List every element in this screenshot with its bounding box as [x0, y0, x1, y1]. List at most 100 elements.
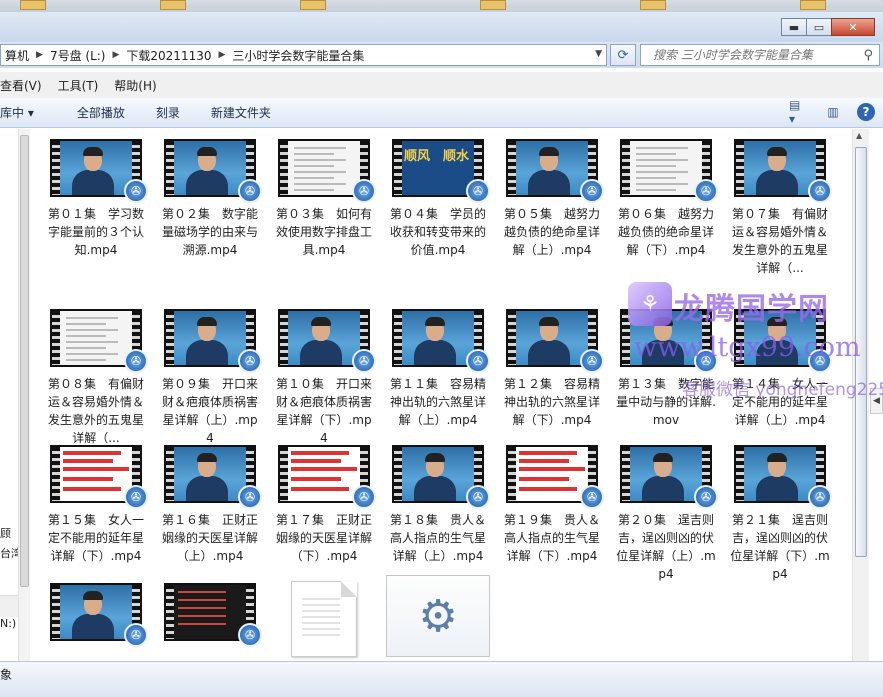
- media-player-icon: ✇: [352, 349, 376, 373]
- file-item[interactable]: ✇ 第１２集 容易精神出轨的六煞星详解（下）.mp4: [498, 299, 606, 429]
- file-name: 第１６集 正财正姻缘的天医星详解（上）.mp4: [161, 513, 258, 563]
- chevron-right-icon[interactable]: ▶: [109, 50, 122, 60]
- file-name: 第０４集 学员的收获和转变带来的价值.mp4: [389, 207, 486, 257]
- maximize-button[interactable]: ▭: [806, 18, 832, 36]
- navigation-pane[interactable]: 顾 台湾 N:): [0, 129, 30, 661]
- file-name: 第１４集 女人一定不能用的延年星详解（上）.mp4: [731, 377, 828, 427]
- help-button[interactable]: ?: [857, 103, 875, 121]
- close-button[interactable]: ✕: [831, 18, 875, 36]
- file-item[interactable]: ✇: [42, 573, 150, 647]
- file-name: 第２１集 逞吉则吉，逞凶则凶的伏位星详解（下）.mp4: [730, 513, 830, 581]
- file-item[interactable]: ✇ 第０９集 开口来财＆疤痕体质祸害星详解（上）.mp4: [156, 299, 264, 447]
- media-player-icon: ✇: [238, 485, 262, 509]
- file-name: 第１３集 数字能量中动与静的详解.mov: [616, 377, 716, 427]
- breadcrumb-download[interactable]: 下载20211130: [122, 47, 215, 64]
- burn-button[interactable]: 刻录: [138, 104, 193, 121]
- maximize-icon: ▭: [813, 20, 825, 34]
- search-icon[interactable]: ⚲: [863, 48, 873, 63]
- file-name: 第１１集 容易精神出轨的六煞星详解（上）.mp4: [389, 377, 486, 427]
- nav-scroll-thumb[interactable]: [20, 135, 29, 587]
- menu-view[interactable]: 查看(V): [0, 77, 50, 94]
- media-player-icon: ✇: [124, 349, 148, 373]
- media-player-icon: ✇: [466, 179, 490, 203]
- menu-help[interactable]: 帮助(H): [106, 77, 164, 94]
- chevron-down-icon[interactable]: ▼: [595, 49, 602, 59]
- file-item[interactable]: ✇ 第０５集 越努力越负债的绝命星详解（上）.mp4: [498, 129, 606, 259]
- media-player-icon: ✇: [580, 485, 604, 509]
- file-name: 第０６集 越努力越负债的绝命星详解（下）.mp4: [617, 207, 714, 257]
- file-item[interactable]: ✇ 第１８集 贵人＆高人指点的生气星详解（上）.mp4: [384, 435, 492, 565]
- file-item[interactable]: ✇ 第１４集 女人一定不能用的延年星详解（上）.mp4: [726, 299, 834, 429]
- desktop-icon: [20, 0, 46, 10]
- file-item[interactable]: ✇ 第０１集 学习数字能量前的３个认知.mp4: [42, 129, 150, 259]
- nav-hscrollbar[interactable]: [0, 595, 18, 617]
- title-bar: ▬ ▭ ✕: [0, 12, 883, 42]
- file-name: 第０２集 数字能量磁场学的由来与溯源.mp4: [161, 207, 258, 257]
- file-item[interactable]: ✇ 第１１集 容易精神出轨的六煞星详解（上）.mp4: [384, 299, 492, 429]
- thumbnail-banner-text: 顺风 顺水: [404, 149, 470, 164]
- media-player-icon: ✇: [580, 179, 604, 203]
- file-item[interactable]: ✇ 第２１集 逞吉则吉，逞凶则凶的伏位星详解（下）.mp4: [726, 435, 834, 583]
- file-item[interactable]: ✇ 第０６集 越努力越负债的绝命星详解（下）.mp4: [612, 129, 720, 259]
- close-icon: ✕: [848, 20, 858, 34]
- pane-arrow-button[interactable]: ◀: [870, 388, 883, 414]
- gear-icon: ⚙: [386, 575, 490, 657]
- breadcrumb-folder[interactable]: 三小时学会数字能量合集: [228, 47, 368, 64]
- file-item[interactable]: ✇ 第０２集 数字能量磁场学的由来与溯源.mp4: [156, 129, 264, 259]
- media-player-icon: ✇: [238, 623, 262, 647]
- nav-item[interactable]: 顾: [0, 525, 11, 541]
- chevron-right-icon[interactable]: ▶: [33, 50, 46, 60]
- media-player-icon: ✇: [694, 349, 718, 373]
- address-bar[interactable]: 算机 ▶ 7号盘 (L:) ▶ 下载20211130 ▶ 三小时学会数字能量合集…: [0, 44, 607, 66]
- view-options-button[interactable]: ▤ ▾: [789, 98, 809, 126]
- chevron-left-icon: ◀: [873, 396, 880, 406]
- desktop-icon: [480, 0, 506, 10]
- file-item[interactable]: ✇ 第２０集 逞吉则吉，逞凶则凶的伏位星详解（上）.mp4: [612, 435, 720, 583]
- menu-tools[interactable]: 工具(T): [50, 77, 107, 94]
- desktop-icon: [640, 0, 666, 10]
- desktop-icon: [160, 0, 186, 10]
- file-item[interactable]: ✇ 第１９集 贵人＆高人指点的生气星详解（下）.mp4: [498, 435, 606, 565]
- play-all-button[interactable]: 全部播放: [47, 104, 138, 121]
- file-item[interactable]: ✇ 第１３集 数字能量中动与静的详解.mov: [612, 299, 720, 429]
- breadcrumb-drive[interactable]: 7号盘 (L:): [46, 47, 110, 64]
- media-player-icon: ✇: [238, 349, 262, 373]
- scroll-thumb[interactable]: [855, 147, 867, 557]
- file-item[interactable]: ✇ 第０３集 如何有效使用数字排盘工具.mp4: [270, 129, 378, 259]
- media-player-icon: ✇: [694, 179, 718, 203]
- include-in-library-button[interactable]: 库中 ▾: [0, 104, 47, 121]
- file-item[interactable]: 顺风 顺水 ✇ 第０４集 学员的收获和转变带来的价值.mp4: [384, 129, 492, 259]
- new-folder-button[interactable]: 新建文件夹: [193, 104, 284, 121]
- file-item[interactable]: ✇ 第０８集 有偏财运＆容易婚外情＆发生意外的五鬼星详解（...: [42, 299, 150, 447]
- file-name: 第１２集 容易精神出轨的六煞星详解（下）.mp4: [503, 377, 600, 427]
- file-item[interactable]: [270, 573, 378, 657]
- file-item[interactable]: ✇ 第０７集 有偏财运＆容易婚外情＆发生意外的五鬼星详解（...: [726, 129, 834, 277]
- file-name: 第０７集 有偏财运＆容易婚外情＆发生意外的五鬼星详解（...: [731, 207, 828, 275]
- refresh-button[interactable]: ⟳: [610, 44, 636, 66]
- search-box[interactable]: ⚲: [640, 44, 880, 66]
- menu-bar: 查看(V) 工具(T) 帮助(H): [0, 72, 883, 98]
- help-icon: ?: [862, 105, 870, 119]
- file-item[interactable]: ✇: [156, 573, 264, 647]
- file-item[interactable]: ⚙: [384, 573, 492, 657]
- minimize-icon: ▬: [788, 20, 800, 34]
- media-player-icon: ✇: [808, 179, 832, 203]
- minimize-button[interactable]: ▬: [781, 18, 807, 36]
- chevron-right-icon[interactable]: ▶: [216, 50, 229, 60]
- media-player-icon: ✇: [466, 485, 490, 509]
- file-item[interactable]: ✇ 第１５集 女人一定不能用的延年星详解（下）.mp4: [42, 435, 150, 565]
- file-name: 第０３集 如何有效使用数字排盘工具.mp4: [275, 207, 372, 257]
- nav-item[interactable]: N:): [0, 617, 16, 630]
- search-input[interactable]: [653, 48, 853, 62]
- status-bar: 象: [0, 661, 883, 697]
- file-name: 第１９集 贵人＆高人指点的生气星详解（下）.mp4: [503, 513, 600, 563]
- breadcrumb-computer[interactable]: 算机: [1, 47, 33, 64]
- media-player-icon: ✇: [124, 485, 148, 509]
- file-item[interactable]: ✇ 第１６集 正财正姻缘的天医星详解（上）.mp4: [156, 435, 264, 565]
- file-name: 第１５集 女人一定不能用的延年星详解（下）.mp4: [47, 513, 144, 563]
- content-scrollbar[interactable]: ▲: [852, 129, 869, 661]
- scroll-up-icon[interactable]: ▲: [856, 131, 862, 140]
- preview-pane-button[interactable]: ▥: [823, 102, 843, 122]
- file-item[interactable]: ✇ 第１７集 正财正姻缘的天医星详解（下）.mp4: [270, 435, 378, 565]
- file-item[interactable]: ✇ 第１０集 开口来财＆疤痕体质祸害星详解（下）.mp4: [270, 299, 378, 447]
